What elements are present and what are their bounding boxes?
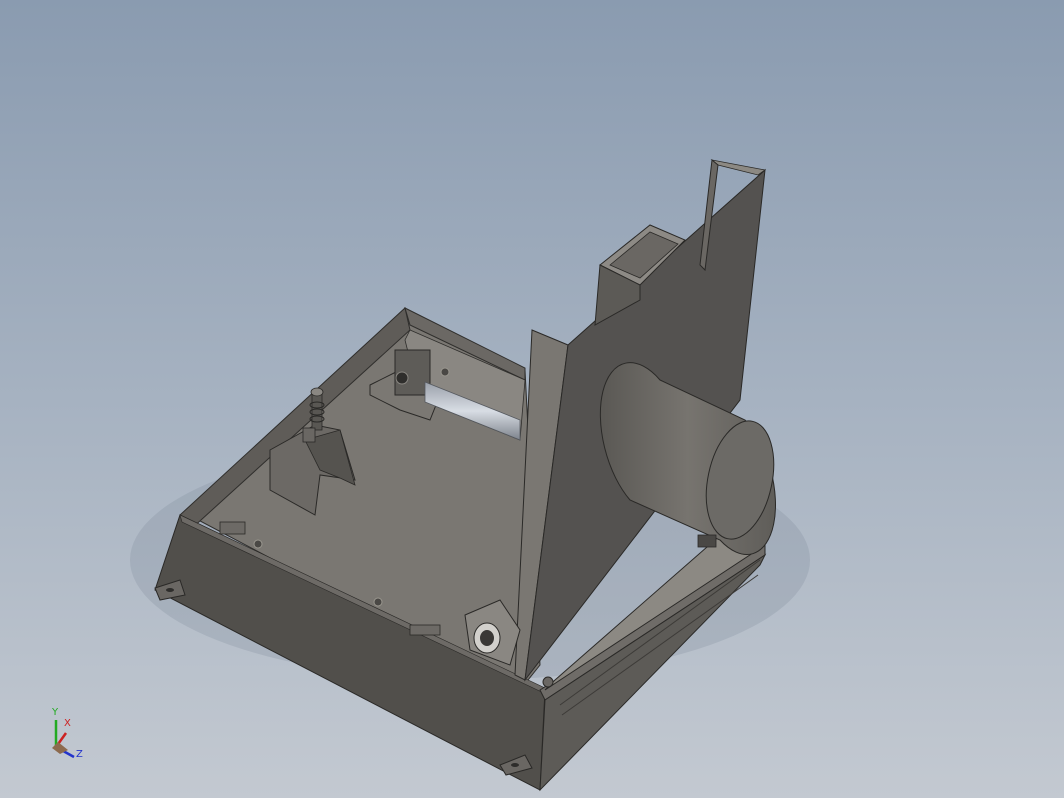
bolt-head — [542, 676, 554, 688]
bearing-bore — [395, 371, 409, 385]
triad-y-label: Y — [52, 707, 59, 718]
motor-mount — [697, 534, 717, 548]
cad-model-assembly[interactable] — [0, 0, 1064, 798]
mount-hole-right — [511, 763, 519, 767]
bolt-head — [373, 597, 383, 607]
upright-plate-top — [710, 159, 766, 176]
bolt-head — [253, 539, 263, 549]
pillow-block-bore — [480, 630, 494, 646]
clamp-block — [409, 624, 441, 636]
triad-z-label: Z — [76, 749, 83, 760]
coordinate-triad: Y X Z — [40, 700, 100, 770]
triad-x-label: X — [64, 718, 71, 729]
bolt-head — [440, 367, 450, 377]
spring-base — [302, 427, 316, 443]
spring-post-cap — [310, 387, 324, 397]
graphics-viewport[interactable]: Y X Z — [0, 0, 1064, 798]
clamp-block — [219, 521, 246, 535]
mount-hole-left — [166, 588, 174, 592]
triad-axes-icon — [52, 720, 75, 759]
